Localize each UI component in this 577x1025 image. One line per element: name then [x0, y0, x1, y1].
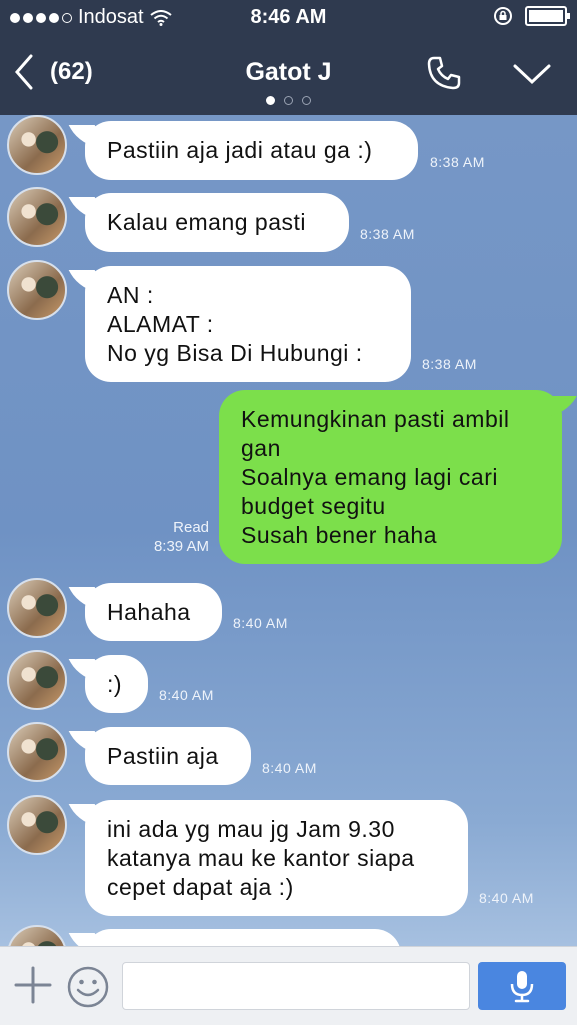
incoming-message-bubble[interactable]: :): [85, 655, 148, 713]
message-text: :): [107, 670, 123, 697]
microphone-icon: [510, 971, 534, 1003]
chat-title: Gatot J: [245, 58, 332, 86]
contact-avatar[interactable]: [7, 578, 67, 638]
chevron-down-icon: [513, 64, 551, 85]
message-text: katanya mau ke kantor siapa: [107, 844, 415, 871]
message-text: ALAMAT :: [107, 310, 214, 337]
incoming-message-bubble[interactable]: Kalau emang pasti: [85, 193, 349, 252]
contact-avatar[interactable]: [7, 115, 67, 175]
incoming-message-bubble[interactable]: Pastiin aja jadi atau ga :): [85, 121, 418, 180]
contact-avatar[interactable]: [7, 187, 67, 247]
message-time: 8:40 AM: [233, 615, 288, 631]
incoming-message-bubble[interactable]: AN : ALAMAT : No yg Bisa Di Hubungi :: [85, 266, 411, 382]
message-time: 8:38 AM: [430, 154, 485, 170]
battery-icon: [525, 6, 570, 26]
message-input[interactable]: [122, 962, 470, 1010]
status-time: 8:46 AM: [250, 6, 327, 28]
add-attachment-button[interactable]: [14, 966, 52, 1009]
contact-avatar[interactable]: [7, 795, 67, 855]
page-indicator: [0, 96, 577, 105]
message-text: Susah bener haha: [241, 521, 437, 548]
menu-dropdown-button[interactable]: [512, 62, 552, 91]
message-time: 8:40 AM: [479, 890, 534, 906]
message-text: Pastiin aja jadi atau ga :): [107, 137, 373, 163]
incoming-message-bubble[interactable]: [85, 929, 401, 946]
sticker-button[interactable]: [66, 965, 110, 1014]
message-text: AN :: [107, 281, 154, 308]
message-text: budget segitu: [241, 492, 386, 519]
message-text: Kemungkinan pasti ambil: [241, 405, 510, 432]
outgoing-message-bubble[interactable]: Kemungkinan pasti ambil gan Soalnya eman…: [219, 390, 562, 564]
message-time: 8:40 AM: [262, 760, 317, 776]
message-text: cepet dapat aja :): [107, 873, 294, 900]
status-right: [493, 6, 570, 26]
message-text: Kalau emang pasti: [107, 209, 307, 235]
message-text: Soalnya emang lagi cari: [241, 463, 498, 490]
message-composer: [0, 946, 577, 1025]
rotation-lock-icon: [494, 7, 512, 25]
chat-header: Indosat 8:46 AM (62) Gatot J: [0, 0, 577, 115]
contact-avatar[interactable]: [7, 260, 67, 320]
incoming-message-bubble[interactable]: Hahaha: [85, 583, 222, 641]
message-time: 8:40 AM: [159, 687, 214, 703]
message-time: 8:39 AM: [153, 538, 209, 555]
read-receipt: Read 8:39 AM: [140, 518, 209, 556]
contact-avatar[interactable]: [7, 650, 67, 710]
message-text: Pastiin aja: [107, 742, 219, 769]
message-text: No yg Bisa Di Hubungi :: [107, 339, 363, 366]
contact-avatar[interactable]: [7, 722, 67, 782]
chat-messages[interactable]: Pastiin aja jadi atau ga :) 8:38 AM Kala…: [0, 115, 577, 946]
incoming-message-bubble[interactable]: ini ada yg mau jg Jam 9.30 katanya mau k…: [85, 800, 468, 916]
message-time: 8:38 AM: [422, 356, 477, 372]
read-label: Read: [173, 519, 209, 536]
plus-icon: [14, 966, 52, 1004]
message-text: ini ada yg mau jg Jam 9.30: [107, 815, 395, 842]
call-button[interactable]: [426, 55, 462, 96]
incoming-message-bubble[interactable]: Pastiin aja: [85, 727, 251, 785]
phone-icon: [427, 56, 461, 90]
smiley-icon: [67, 966, 109, 1008]
message-text: gan: [241, 434, 281, 461]
voice-message-button[interactable]: [478, 962, 566, 1010]
contact-avatar[interactable]: [7, 925, 67, 946]
message-time: 8:38 AM: [360, 226, 415, 242]
message-text: Hahaha: [107, 598, 191, 625]
